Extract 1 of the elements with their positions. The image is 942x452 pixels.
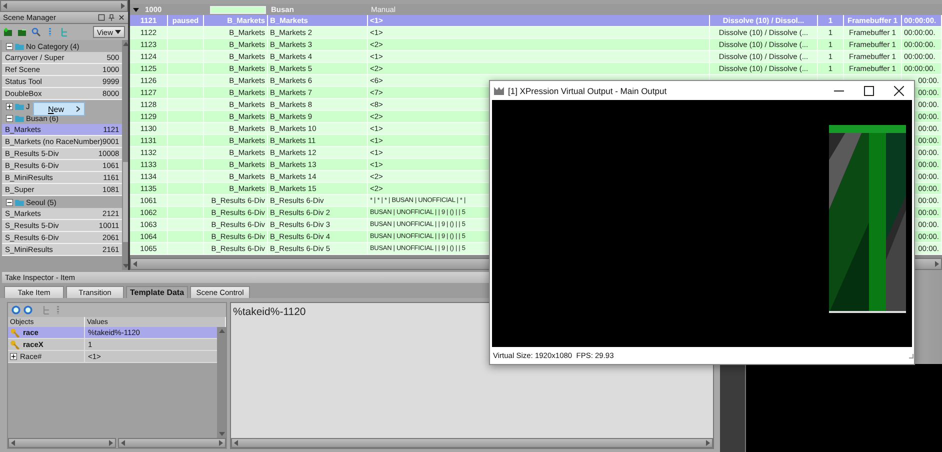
window-title: [1] XPression Virtual Output - Main Output [508, 86, 667, 96]
